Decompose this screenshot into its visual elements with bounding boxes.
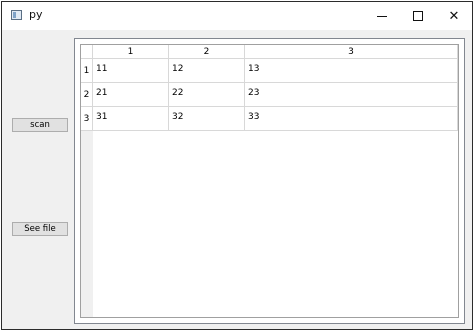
row-header-fill [81, 131, 93, 317]
table-cell[interactable]: 23 [245, 83, 458, 107]
table-frame: 1 2 3 1 2 3 11 12 13 21 22 23 31 32 33 [74, 38, 465, 324]
table-cell[interactable]: 33 [245, 107, 458, 131]
column-header-2[interactable]: 2 [169, 45, 245, 59]
minimize-icon [377, 15, 387, 17]
close-icon: ✕ [448, 8, 460, 24]
close-button[interactable]: ✕ [436, 2, 472, 30]
column-header-3[interactable]: 3 [245, 45, 458, 59]
maximize-button[interactable] [400, 2, 436, 30]
table-cell[interactable]: 32 [169, 107, 245, 131]
table-cell[interactable]: 22 [169, 83, 245, 107]
row-header-3[interactable]: 3 [81, 107, 93, 131]
data-table[interactable]: 1 2 3 1 2 3 11 12 13 21 22 23 31 32 33 [80, 44, 459, 318]
table-cell[interactable]: 31 [93, 107, 169, 131]
title-bar[interactable]: py ✕ [2, 2, 472, 30]
window-title: py [29, 8, 43, 21]
table-cell[interactable]: 21 [93, 83, 169, 107]
table-cell[interactable]: 13 [245, 59, 458, 83]
see-file-button[interactable]: See file [12, 222, 68, 236]
row-header-2[interactable]: 2 [81, 83, 93, 107]
table-cell[interactable]: 11 [93, 59, 169, 83]
scan-button[interactable]: scan [12, 118, 68, 132]
app-window: py ✕ scan See file 1 2 3 1 2 3 11 12 13 … [1, 1, 473, 330]
minimize-button[interactable] [364, 2, 400, 30]
main-content: scan See file 1 2 3 1 2 3 11 12 13 21 22… [2, 30, 472, 329]
table-cell[interactable]: 12 [169, 59, 245, 83]
app-window-icon [11, 10, 22, 20]
column-header-1[interactable]: 1 [93, 45, 169, 59]
row-header-1[interactable]: 1 [81, 59, 93, 83]
maximize-icon [413, 11, 423, 21]
table-corner-button[interactable] [81, 45, 93, 59]
